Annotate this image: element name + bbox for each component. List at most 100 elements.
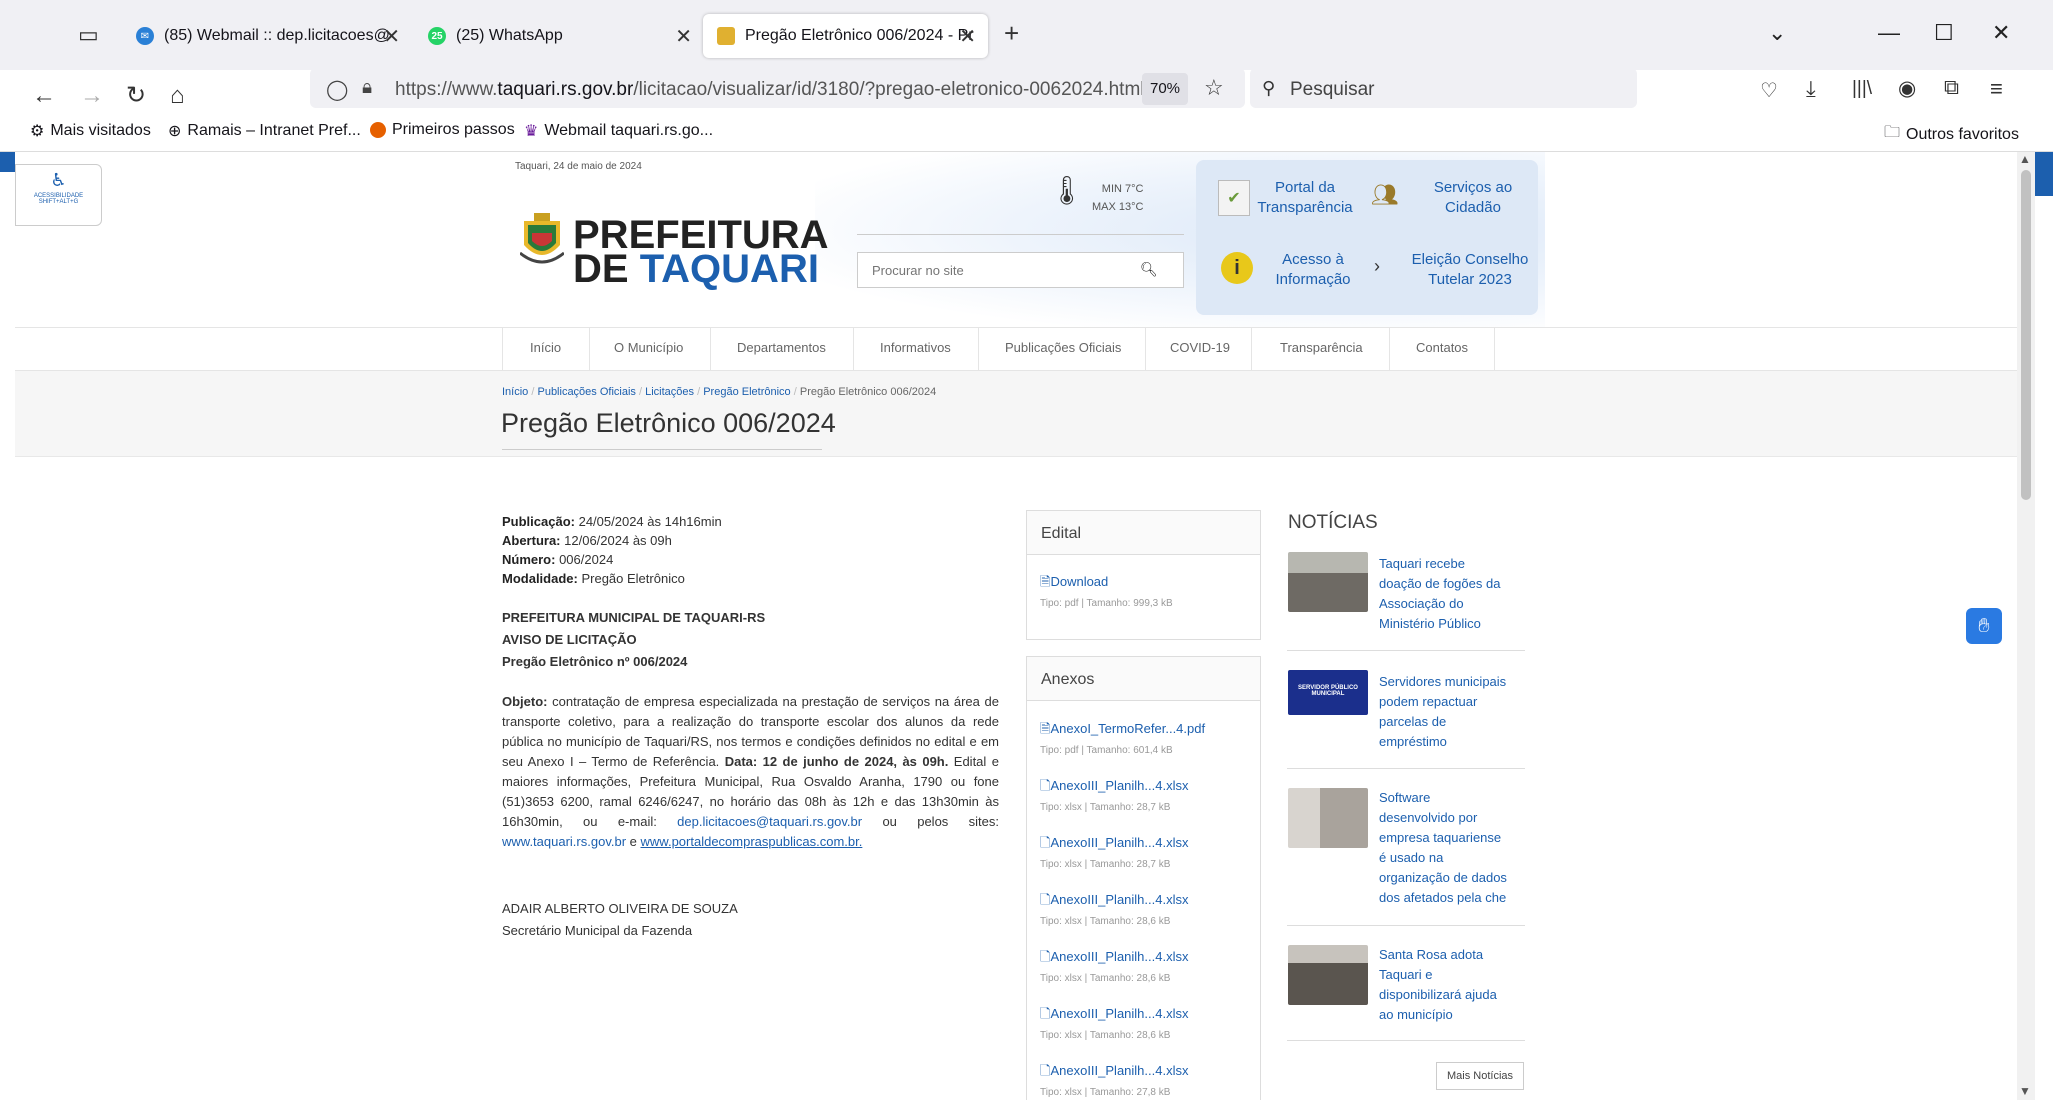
bookmark-most-visited[interactable]: ⚙ Mais visitados	[30, 121, 151, 141]
news-item-link[interactable]: Taquari recebe doação de fogões da Assoc…	[1379, 554, 1509, 634]
close-icon[interactable]: ✕	[959, 24, 976, 49]
tracking-protection-icon[interactable]: ◯	[326, 77, 348, 102]
bookmark-webmail[interactable]: ♛ Webmail taquari.rs.go...	[524, 121, 713, 141]
window-close-icon[interactable]: ✕	[1992, 20, 2010, 46]
edital-panel: Edital 🗎︎Download Tipo: pdf | Tamanho: 9…	[1026, 510, 1261, 640]
tab-pregao[interactable]: Pregão Eletrônico 006/2024 - Pr ✕	[703, 14, 988, 58]
file-icon: 🗋︎	[1040, 1063, 1051, 1078]
news-item-link[interactable]: Software desenvolvido por empresa taquar…	[1379, 788, 1509, 908]
attachment-link[interactable]: 🗋︎AnexoIII_Planilh...4.xlsx	[1040, 777, 1247, 799]
accessibility-widget[interactable]: ♿︎ ACESSIBILIDADE SHIFT+ALT+G	[15, 164, 102, 226]
taquari-icon	[717, 27, 735, 45]
file-icon: 🗎︎	[1040, 721, 1051, 736]
forward-icon[interactable]: →	[80, 84, 104, 108]
other-bookmarks[interactable]: 🗀︎ Outros favoritos	[1884, 121, 2019, 148]
breadcrumb-link[interactable]: Publicações Oficiais	[537, 386, 635, 398]
pocket-icon[interactable]: ♡	[1760, 78, 1778, 103]
attachment-link[interactable]: 🗋︎AnexoIII_Planilh...4.xlsx	[1040, 834, 1247, 856]
attachment-item: 🗋︎AnexoIII_Planilh...4.xlsx Tipo: xlsx |…	[1040, 1062, 1247, 1119]
news-thumbnail[interactable]	[1288, 788, 1368, 848]
more-news-button[interactable]: Mais Notícias	[1436, 1062, 1524, 1090]
attachment-link[interactable]: 🗋︎AnexoIII_Planilh...4.xlsx	[1040, 891, 1247, 913]
bookmark-ramais[interactable]: ⊕ Ramais – Intranet Pref...	[168, 121, 361, 141]
file-icon: 🗋︎	[1040, 892, 1051, 907]
menu-publicacoes[interactable]: Publicações Oficiais	[1005, 340, 1121, 355]
file-meta: Tipo: pdf | Tamanho: 999,3 kB	[1040, 598, 1173, 609]
reload-icon[interactable]: ↻	[126, 84, 146, 108]
crown-icon: ♛	[524, 123, 539, 140]
menu-inicio[interactable]: Início	[530, 340, 561, 355]
breadcrumb-link[interactable]: Licitações	[645, 386, 694, 398]
info-icon: i	[1221, 252, 1253, 284]
library-icon[interactable]: |||\	[1852, 78, 1872, 100]
web-page: ♿︎ ACESSIBILIDADE SHIFT+ALT+G Taquari, 2…	[15, 152, 2017, 1100]
breadcrumb-link[interactable]: Pregão Eletrônico	[703, 386, 790, 398]
tab-whatsapp[interactable]: 25 (25) WhatsApp ✕	[414, 14, 704, 58]
whatsapp-icon: 25	[428, 27, 446, 45]
menu-departamentos[interactable]: Departamentos	[737, 340, 826, 355]
people-icon: 👥︎	[1371, 182, 1399, 207]
back-icon[interactable]: ←	[32, 84, 56, 108]
tab-list-icon[interactable]: ▭	[78, 22, 99, 48]
file-meta: Tipo: xlsx | Tamanho: 28,7 kB	[1040, 802, 1171, 813]
menu-icon[interactable]: ≡	[1990, 76, 2003, 102]
close-icon[interactable]: ✕	[383, 24, 400, 49]
minimize-icon[interactable]: —	[1878, 20, 1900, 46]
scrollbar-thumb[interactable]	[2021, 170, 2031, 500]
quick-link-transparencia[interactable]: Portal da Transparência	[1255, 178, 1355, 218]
attachment-link[interactable]: 🗋︎AnexoIII_Planilh...4.xlsx	[1040, 948, 1247, 970]
menu-contatos[interactable]: Contatos	[1416, 340, 1468, 355]
news-thumbnail[interactable]: SERVIDOR PÚBLICO MUNICIPAL	[1288, 670, 1368, 715]
scroll-up-icon[interactable]: ▲	[2019, 152, 2031, 166]
taquari-crest-icon[interactable]	[519, 209, 565, 269]
news-thumbnail[interactable]	[1288, 552, 1368, 612]
url-text[interactable]: https://www.taquari.rs.gov.br/licitacao/…	[395, 79, 1145, 101]
webmail-icon: ✉	[136, 27, 154, 45]
quick-link-eleicao[interactable]: Eleição Conselho Tutelar 2023	[1395, 250, 1545, 290]
bookmark-star-icon[interactable]: ☆	[1204, 75, 1224, 101]
download-link[interactable]: 🗎︎Download	[1040, 573, 1247, 595]
weather: MIN 7°C MAX 13°C	[1092, 183, 1144, 213]
news-item-link[interactable]: Servidores municipais podem repactuar pa…	[1379, 672, 1509, 752]
download-icon[interactable]: ⤓	[1806, 76, 1816, 102]
menu-municipio[interactable]: O Município	[614, 340, 683, 355]
extensions-icon[interactable]: ⧉	[1944, 76, 1959, 100]
site-link[interactable]: www.taquari.rs.gov.br	[502, 834, 626, 849]
quick-link-acesso[interactable]: Acesso à Informação	[1263, 250, 1363, 290]
page-edge-strip	[0, 152, 15, 172]
lock-icon[interactable]: 🔒︎	[362, 77, 372, 99]
breadcrumb-link[interactable]: Início	[502, 386, 528, 398]
menu-informativos[interactable]: Informativos	[880, 340, 951, 355]
gear-icon: ⚙	[30, 123, 45, 140]
scroll-down-icon[interactable]: ▼	[2019, 1084, 2031, 1098]
menu-covid[interactable]: COVID-19	[1170, 340, 1230, 355]
header-date: Taquari, 24 de maio de 2024	[515, 161, 642, 172]
news-item-link[interactable]: Santa Rosa adota Taquari e disponibiliza…	[1379, 945, 1509, 1025]
email-link[interactable]: dep.licitacoes@taquari.rs.gov.br	[677, 814, 862, 829]
quick-link-servicos[interactable]: Serviços ao Cidadão	[1403, 178, 1543, 218]
tab-webmail[interactable]: ✉ (85) Webmail :: dep.licitacoes@ ✕	[122, 14, 412, 58]
attachment-link[interactable]: 🗎︎AnexoI_TermoRefer...4.pdf	[1040, 720, 1247, 742]
close-icon[interactable]: ✕	[675, 24, 692, 49]
site-logo[interactable]: PREFEITURA DE TAQUARI	[573, 215, 829, 289]
maximize-icon[interactable]: ☐	[1934, 20, 1954, 46]
bookmark-getting-started[interactable]: Primeiros passos	[370, 121, 515, 139]
document-check-icon: ✔	[1218, 180, 1250, 216]
account-icon[interactable]: ◉	[1898, 76, 1916, 101]
search-icon[interactable]: 🔍︎	[1140, 261, 1158, 278]
site-search-input[interactable]	[858, 253, 1098, 287]
sign-language-icon[interactable]: ✋︎	[1966, 608, 2002, 644]
new-tab-icon[interactable]: +	[1004, 18, 1019, 49]
browser-tab-bar: ▭ ✉ (85) Webmail :: dep.licitacoes@ ✕ 25…	[0, 0, 2053, 70]
menu-transparencia[interactable]: Transparência	[1280, 340, 1363, 355]
news-thumbnail[interactable]	[1288, 945, 1368, 1005]
home-icon[interactable]: ⌂	[170, 84, 185, 108]
attachment-link[interactable]: 🗋︎AnexoIII_Planilh...4.xlsx	[1040, 1005, 1247, 1027]
chevron-right-icon[interactable]: ›	[1374, 256, 1380, 277]
zoom-level[interactable]: 70%	[1142, 73, 1188, 105]
site-link[interactable]: www.portaldecompraspublicas.com.br.	[641, 834, 863, 849]
list-all-tabs-icon[interactable]: ⌄	[1768, 20, 1786, 46]
breadcrumb: Início / Publicações Oficiais / Licitaçõ…	[502, 386, 937, 398]
file-meta: Tipo: xlsx | Tamanho: 27,8 kB	[1040, 1087, 1171, 1098]
attachment-link[interactable]: 🗋︎AnexoIII_Planilh...4.xlsx	[1040, 1062, 1247, 1084]
